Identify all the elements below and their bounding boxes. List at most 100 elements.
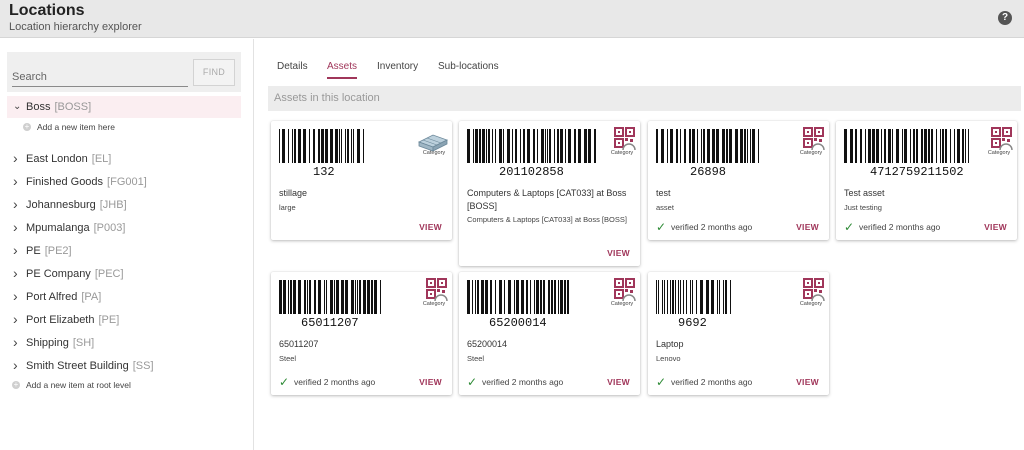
tree-item-selected[interactable]: ⌄ Boss [BOSS] [7,96,241,118]
add-root-label: Add a new item at root level [26,380,131,390]
chevron-right-icon[interactable]: › [13,331,18,353]
tree-item-code: [P003] [93,222,126,234]
chevron-right-icon[interactable]: › [13,262,18,284]
tree-item-name: Shipping [26,337,69,349]
asset-card[interactable]: 4712759211502 Category Test asset Just test… [836,121,1017,240]
tree-item-label: Finished Goods [FG001] [26,171,147,193]
tree-item[interactable]: › Shipping [SH] [7,332,241,354]
barcode-graphic [279,129,364,163]
barcode-graphic [844,129,969,163]
find-button[interactable]: FIND [193,59,235,86]
tab-assets[interactable]: Assets [327,55,358,79]
tree-item-name: East London [26,153,88,165]
asset-subtitle: Lenovo [656,354,681,363]
barcode-graphic [279,280,381,314]
barcode-number: 9692 [678,316,707,330]
tab-details[interactable]: Details [277,55,308,79]
chevron-right-icon[interactable]: › [13,354,18,376]
category-label: Category [610,150,634,156]
asset-card[interactable]: 65200014 Category 65200014 Steel ✓ verified 2… [459,272,640,395]
asset-subtitle: Steel [467,354,485,363]
barcode-number: 132 [313,165,335,179]
tree-item-label: Boss [BOSS] [26,96,91,118]
view-button[interactable]: VIEW [796,222,819,232]
asset-subtitle: Just testing [844,203,882,212]
asset-card[interactable]: 26898 Category test asset ✓ verified 2 months… [648,121,829,240]
tree-item-code: [BOSS] [54,101,92,113]
chevron-right-icon[interactable]: › [13,193,18,215]
main-panel: Details Assets Inventory Sub-locations Asse… [255,39,1024,450]
tree-item-name: Finished Goods [26,176,104,188]
asset-card[interactable]: 9692 Category Laptop Lenovo ✓ verified 2 mont… [648,272,829,395]
tree-item[interactable]: › PE [PE2] [7,240,241,262]
chevron-right-icon[interactable]: › [13,170,18,192]
barcode-number: 4712759211502 [870,165,964,179]
checkmark-icon: ✓ [656,375,667,389]
tree-item-label: PE [PE2] [26,240,72,262]
tree-item-label: PE Company [PEC] [26,263,124,285]
view-button[interactable]: VIEW [984,222,1007,232]
category-label: Category [610,301,634,307]
tree-item[interactable]: › Smith Street Building [SS] [7,355,241,377]
add-circle-icon[interactable]: + [23,123,31,131]
barcode-graphic [467,129,596,163]
asset-subtitle: large [279,203,296,212]
view-button[interactable]: VIEW [419,222,442,232]
asset-card[interactable]: 65011207 Category 65011207 Steel ✓ verified 2… [271,272,452,395]
tree-item-label: Mpumalanga [P003] [26,217,125,239]
asset-title: Computers & Laptops [CAT033] at Boss [BO… [467,188,627,211]
tree-item-label: Port Elizabeth [PE] [26,309,119,331]
tree-item[interactable]: › PE Company [PEC] [7,263,241,285]
asset-subtitle: asset [656,203,674,212]
category-label: Category [422,301,446,307]
tree-item-code: [EL] [91,153,112,165]
checkmark-icon: ✓ [656,220,667,234]
tree-item-name: PE Company [26,268,91,280]
search-input[interactable] [12,67,188,87]
asset-title: 65011207 [279,339,319,349]
asset-card[interactable]: 201102858 Category Computers & Laptops [CA… [459,121,640,266]
tree-item[interactable]: › East London [EL] [7,148,241,170]
page-title: Locations [9,2,85,19]
tree-item[interactable]: › Port Elizabeth [PE] [7,309,241,331]
tree-item-code: [PE] [98,314,120,326]
tree-item[interactable]: › Port Alfred [PA] [7,286,241,308]
app-header: Locations Location hierarchy explorer ? [0,0,1024,38]
category-label: Category [422,150,446,156]
asset-card[interactable]: 132 Category stillage large VIEW [271,121,452,240]
add-root-item[interactable]: + Add a new item at root level [7,377,247,393]
tree-item[interactable]: › Johannesburg [JHB] [7,194,241,216]
category-label: Category [799,301,823,307]
tree-item-name: PE [26,245,41,257]
view-button[interactable]: VIEW [796,377,819,387]
tab-sub-locations[interactable]: Sub-locations [438,55,499,79]
chevron-down-icon[interactable]: ⌄ [13,96,21,118]
barcode-number: 65200014 [489,316,547,330]
chevron-right-icon[interactable]: › [13,216,18,238]
chevron-right-icon[interactable]: › [13,147,18,169]
view-button[interactable]: VIEW [607,248,630,258]
chevron-right-icon[interactable]: › [13,239,18,261]
tree-item[interactable]: › Mpumalanga [P003] [7,217,241,239]
view-button[interactable]: VIEW [607,377,630,387]
help-icon[interactable]: ? [998,11,1012,25]
add-child-item[interactable]: + Add a new item here [7,119,247,135]
tree-item-code: [PEC] [94,268,124,280]
search-box: FIND [7,52,241,92]
barcode-graphic [467,280,569,314]
view-button[interactable]: VIEW [419,377,442,387]
add-circle-icon[interactable]: + [12,381,20,389]
tab-inventory[interactable]: Inventory [377,55,418,79]
asset-title: test [656,188,671,198]
verified-text: verified 2 months ago [482,377,564,387]
chevron-right-icon[interactable]: › [13,308,18,330]
checkmark-icon: ✓ [467,375,478,389]
barcode-number: 65011207 [301,316,359,330]
verified-text: verified 2 months ago [294,377,376,387]
chevron-right-icon[interactable]: › [13,285,18,307]
tree-item-name: Mpumalanga [26,222,90,234]
tree-item-code: [SS] [132,360,154,372]
tree-item[interactable]: › Finished Goods [FG001] [7,171,241,193]
asset-title: 65200014 [467,339,508,349]
tree-item-code: [JHB] [99,199,127,211]
